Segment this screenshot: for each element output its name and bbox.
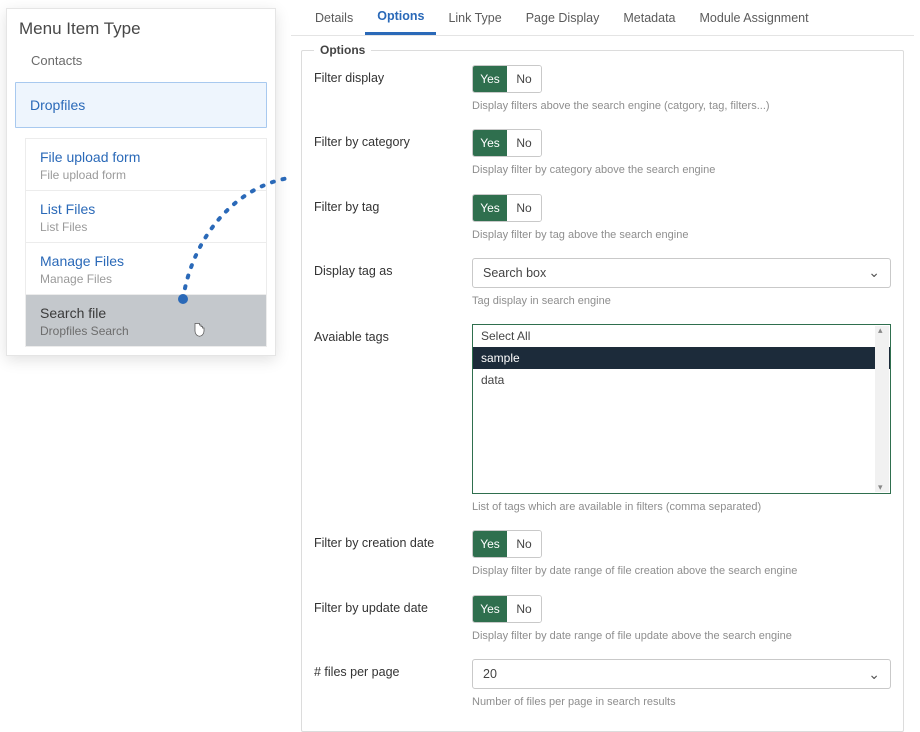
hint-filter-display: Display filters above the search engine … [472, 99, 891, 113]
chevron-down-icon: ⌄ [868, 264, 880, 281]
toggle-filter-tag[interactable]: Yes No [472, 194, 542, 222]
toggle-no[interactable]: No [507, 596, 541, 622]
tag-option-sample[interactable]: sample [473, 347, 890, 369]
toggle-no[interactable]: No [507, 66, 541, 92]
tabs: Details Options Link Type Page Display M… [291, 0, 914, 36]
menu-item-title: Search file [40, 305, 252, 321]
menu-item-desc: File upload form [40, 168, 252, 182]
panel-title: Menu Item Type [7, 9, 275, 47]
label-filter-display: Filter display [314, 65, 472, 85]
row-filter-tag: Filter by tag Yes No Display filter by t… [314, 194, 891, 242]
menu-item-type-panel: Menu Item Type Contacts Dropfiles File u… [6, 8, 276, 356]
toggle-yes[interactable]: Yes [473, 195, 507, 221]
hint-filter-update: Display filter by date range of file upd… [472, 629, 891, 643]
options-panel: Details Options Link Type Page Display M… [291, 0, 914, 732]
tab-details[interactable]: Details [303, 0, 365, 35]
menu-item-desc: Manage Files [40, 272, 252, 286]
toggle-filter-creation[interactable]: Yes No [472, 530, 542, 558]
hint-filter-category: Display filter by category above the sea… [472, 163, 891, 177]
tab-module-assignment[interactable]: Module Assignment [688, 0, 821, 35]
tag-option-select-all[interactable]: Select All [473, 325, 890, 347]
tab-link-type[interactable]: Link Type [436, 0, 513, 35]
label-filter-category: Filter by category [314, 129, 472, 149]
toggle-filter-display[interactable]: Yes No [472, 65, 542, 93]
label-files-per-page: # files per page [314, 659, 472, 679]
tab-metadata[interactable]: Metadata [611, 0, 687, 35]
hint-filter-tag: Display filter by tag above the search e… [472, 228, 891, 242]
toggle-yes[interactable]: Yes [473, 596, 507, 622]
listbox-available-tags[interactable]: Select All sample data [472, 324, 891, 494]
menu-item-manage-files[interactable]: Manage Files Manage Files [26, 243, 266, 295]
menu-item-title: File upload form [40, 149, 252, 165]
menu-item-title: List Files [40, 201, 252, 217]
toggle-yes[interactable]: Yes [473, 531, 507, 557]
label-display-tag-as: Display tag as [314, 258, 472, 278]
label-filter-tag: Filter by tag [314, 194, 472, 214]
menu-group-dropfiles[interactable]: Dropfiles [15, 82, 267, 128]
menu-item-search-file[interactable]: Search file Dropfiles Search [26, 295, 266, 346]
menu-item-list: File upload form File upload form List F… [25, 138, 267, 347]
toggle-yes[interactable]: Yes [473, 130, 507, 156]
toggle-no[interactable]: No [507, 531, 541, 557]
toggle-no[interactable]: No [507, 130, 541, 156]
label-filter-update: Filter by update date [314, 595, 472, 615]
select-value: 20 [483, 667, 497, 681]
toggle-filter-category[interactable]: Yes No [472, 129, 542, 157]
row-filter-category: Filter by category Yes No Display filter… [314, 129, 891, 177]
hint-available-tags: List of tags which are available in filt… [472, 500, 891, 514]
hint-display-tag-as: Tag display in search engine [472, 294, 891, 308]
tag-option-data[interactable]: data [473, 369, 890, 391]
row-files-per-page: # files per page 20 ⌄ Number of files pe… [314, 659, 891, 709]
menu-item-title: Manage Files [40, 253, 252, 269]
label-filter-creation: Filter by creation date [314, 530, 472, 550]
label-available-tags: Avaiable tags [314, 324, 472, 344]
tab-options[interactable]: Options [365, 0, 436, 35]
row-filter-creation: Filter by creation date Yes No Display f… [314, 530, 891, 578]
select-files-per-page[interactable]: 20 ⌄ [472, 659, 891, 689]
menu-item-desc: Dropfiles Search [40, 324, 252, 338]
hint-files-per-page: Number of files per page in search resul… [472, 695, 891, 709]
hint-filter-creation: Display filter by date range of file cre… [472, 564, 891, 578]
menu-item-list-files[interactable]: List Files List Files [26, 191, 266, 243]
row-display-tag-as: Display tag as Search box ⌄ Tag display … [314, 258, 891, 308]
fieldset-legend: Options [314, 43, 371, 57]
toggle-no[interactable]: No [507, 195, 541, 221]
menu-category-contacts[interactable]: Contacts [7, 47, 275, 76]
row-filter-display: Filter display Yes No Display filters ab… [314, 65, 891, 113]
toggle-filter-update[interactable]: Yes No [472, 595, 542, 623]
chevron-down-icon: ⌄ [868, 666, 880, 683]
toggle-yes[interactable]: Yes [473, 66, 507, 92]
menu-item-desc: List Files [40, 220, 252, 234]
row-available-tags: Avaiable tags Select All sample data Lis… [314, 324, 891, 514]
menu-item-file-upload-form[interactable]: File upload form File upload form [26, 139, 266, 191]
tab-page-display[interactable]: Page Display [514, 0, 612, 35]
select-display-tag-as[interactable]: Search box ⌄ [472, 258, 891, 288]
row-filter-update: Filter by update date Yes No Display fil… [314, 595, 891, 643]
select-value: Search box [483, 266, 546, 280]
scrollbar[interactable] [875, 326, 889, 492]
options-fieldset: Options Filter display Yes No Display fi… [301, 50, 904, 732]
